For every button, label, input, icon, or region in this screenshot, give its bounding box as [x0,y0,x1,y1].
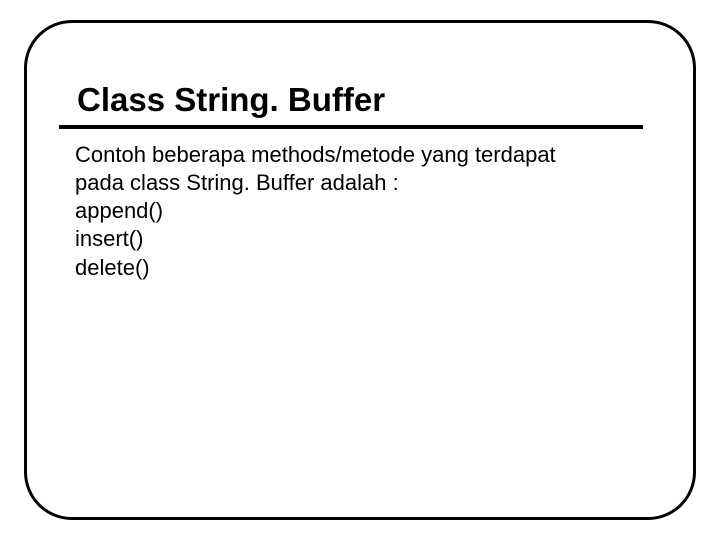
title-underline [59,125,643,129]
slide-title: Class String. Buffer [73,81,647,119]
body-line-2: pada class String. Buffer adalah : [75,169,647,197]
method-append: append() [75,197,647,225]
body-line-1: Contoh beberapa methods/metode yang terd… [75,141,647,169]
slide-body: Contoh beberapa methods/metode yang terd… [73,141,647,282]
method-insert: insert() [75,225,647,253]
slide-frame: Class String. Buffer Contoh beberapa met… [24,20,696,520]
method-delete: delete() [75,254,647,282]
